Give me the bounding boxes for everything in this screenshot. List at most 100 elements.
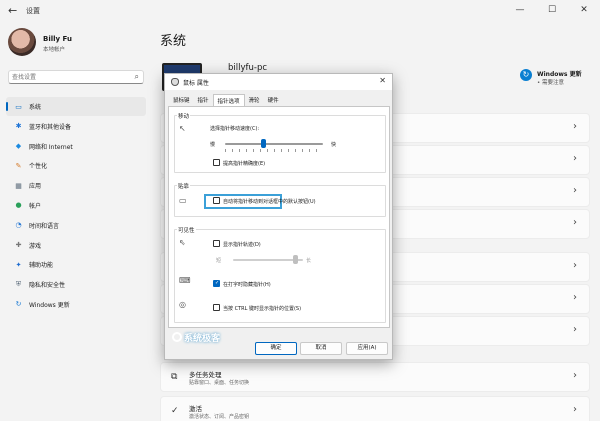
motion-group: 移动 ↖ 选择指针移动速度(C): 慢 快 提高指针精确度(E) [174, 112, 386, 173]
visibility-label: 可见性 [177, 226, 196, 234]
sidebar-item-label: 游戏 [29, 242, 42, 250]
update-title: Windows 更新 [537, 71, 582, 78]
cancel-button[interactable]: 取消 [300, 342, 342, 355]
speed-slider-thumb[interactable] [261, 139, 266, 148]
snap-to-label: 自动将指针移动到对话框中的默认按钮(U) [223, 199, 316, 205]
snap-pointer-icon: ▭ [179, 196, 187, 205]
watermark-logo-icon [172, 332, 182, 342]
sidebar-item[interactable]: ✦ 辅助功能 [6, 255, 146, 274]
sidebar-item[interactable]: ✎ 个性化 [6, 156, 146, 175]
chevron-right-icon: › [573, 370, 577, 381]
pointer-speed-icon: ↖ [179, 124, 186, 133]
title-bar: ← 设置 — ☐ ✕ [0, 0, 600, 22]
mouse-icon [171, 78, 179, 86]
dialog-close-button[interactable]: ✕ [379, 76, 386, 85]
sidebar-item-label: Windows 更新 [29, 301, 70, 309]
sidebar-item-label: 应用 [29, 183, 42, 191]
apply-button[interactable]: 应用(A) [346, 342, 388, 355]
chevron-right-icon: › [573, 185, 577, 196]
row-title: 多任务处理 [189, 371, 222, 379]
pointer-trails-icon: ⇖ [179, 238, 186, 247]
mouse-properties-dialog: 鼠标 属性 ✕ 鼠标键 指针 指针选项 滑轮 硬件 移动 ↖ 选择指针移动速度(C): … [164, 73, 393, 360]
pointer-trails-checkbox[interactable] [213, 240, 220, 247]
dialog-tab[interactable]: 指针 [194, 94, 213, 106]
hide-while-typing-checkbox[interactable] [213, 280, 220, 287]
activation-icon: ✓ [171, 406, 179, 416]
dialog-tab[interactable]: 鼠标键 [169, 94, 194, 106]
maximize-button[interactable]: ☐ [540, 2, 564, 18]
speed-slider-track[interactable] [225, 143, 323, 145]
dialog-tab[interactable]: 滑轮 [245, 94, 264, 106]
enhance-precision-label: 提高指针精确度(E) [223, 161, 266, 167]
minimize-button[interactable]: — [508, 2, 532, 18]
close-button[interactable]: ✕ [572, 2, 596, 18]
watermark-text: 系统极客 [184, 334, 221, 344]
sidebar-item-label: 帐户 [29, 202, 42, 210]
user-profile[interactable]: Billy Fu 本地帐户 [8, 28, 72, 56]
refresh-icon: ↻ [520, 69, 532, 81]
sidebar-item-label: 系统 [29, 104, 42, 111]
speed-slider-ticks [225, 149, 323, 152]
sidebar-item[interactable]: ⛨ 隐私和安全性 [6, 275, 146, 294]
settings-row-activation[interactable]: ✓ 激活 激活状态、订阅、产品密钥 › [160, 396, 590, 421]
settings-row-multitasking[interactable]: ⧉ 多任务处理 贴靠窗口、桌面、任务切换 › [160, 362, 590, 392]
sidebar-item[interactable]: ✚ 游戏 [6, 236, 146, 255]
sidebar-item-icon: ✦ [15, 260, 22, 269]
sidebar-item-icon: ✱ [15, 122, 22, 131]
search-icon[interactable]: ⌕ [135, 72, 139, 82]
sidebar-item[interactable]: ✱ 蓝牙和其他设备 [6, 117, 146, 136]
multitask-icon: ⧉ [171, 372, 178, 382]
update-subtitle: • 需要注意 [537, 80, 564, 86]
sidebar-item-label: 蓝牙和其他设备 [29, 123, 72, 131]
sidebar-item-label: 网络和 Internet [29, 143, 73, 151]
fast-label: 快 [331, 142, 337, 148]
snap-to-checkbox[interactable] [213, 197, 220, 204]
sidebar-item[interactable]: ▭ 系统 [6, 97, 146, 116]
chevron-right-icon: › [573, 217, 577, 228]
dialog-tabs: 鼠标键 指针 指针选项 滑轮 硬件 [169, 94, 283, 106]
search-input[interactable] [12, 72, 122, 82]
visibility-group: 可见性 ⇖ 显示指针轨迹(D) 短 长 ⌨ 在打字时隐藏指针(H) ◎ 当按 C… [174, 226, 386, 323]
sidebar-item-icon: ⛨ [15, 280, 22, 289]
enhance-precision-checkbox[interactable] [213, 159, 220, 166]
dialog-tab[interactable]: 指针选项 [212, 94, 245, 106]
page-title: 系统 [160, 34, 187, 49]
back-arrow-icon[interactable]: ← [8, 4, 17, 17]
snap-label: 贴靠 [177, 182, 191, 190]
sidebar-item-icon: ✚ [15, 241, 22, 250]
sidebar-item-icon: ◆ [15, 142, 22, 151]
pointer-options-panel: 移动 ↖ 选择指针移动速度(C): 慢 快 提高指针精确度(E) 贴靠 ▭ 自动… [168, 106, 390, 328]
device-name[interactable]: billyfu-pc [228, 63, 267, 73]
avatar [8, 28, 36, 56]
chevron-right-icon: › [573, 292, 577, 303]
sidebar-item[interactable]: ◆ 网络和 Internet [6, 137, 146, 156]
row-title: 激活 [189, 405, 202, 413]
chevron-right-icon: › [573, 260, 577, 271]
window-title: 设置 [26, 7, 40, 15]
show-location-checkbox[interactable] [213, 304, 220, 311]
hide-pointer-icon: ⌨ [179, 276, 191, 285]
sidebar-item[interactable]: ↻ Windows 更新 [6, 295, 146, 314]
sidebar-item-label: 时间和语言 [29, 222, 60, 230]
chevron-right-icon: › [573, 324, 577, 335]
sidebar-item[interactable]: ◔ 时间和语言 [6, 216, 146, 235]
sidebar-item-icon: ↻ [15, 300, 22, 309]
sidebar-item-icon: ▭ [15, 102, 22, 111]
trails-slider-thumb[interactable] [293, 255, 298, 264]
ok-button[interactable]: 确定 [255, 342, 297, 355]
dialog-title-bar: 鼠标 属性 ✕ [165, 74, 392, 90]
show-location-label: 当按 CTRL 键时显示指针的位置(S) [223, 306, 302, 312]
row-subtitle: 贴靠窗口、桌面、任务切换 [189, 380, 250, 386]
user-name: Billy Fu [43, 35, 72, 43]
dialog-tab[interactable]: 硬件 [264, 94, 283, 106]
sidebar-item-icon: ◔ [15, 221, 22, 230]
long-label: 长 [306, 258, 312, 264]
sidebar-nav: ▭ 系统 ✱ 蓝牙和其他设备 ◆ 网络和 Internet ✎ 个性化 ▦ 应用 ● 帐户 ◔ 时间和语言… [6, 97, 146, 315]
sidebar-item[interactable]: ▦ 应用 [6, 176, 146, 195]
account-type: 本地帐户 [43, 47, 66, 53]
settings-search[interactable]: ⌕ [8, 70, 144, 84]
pointer-trails-label: 显示指针轨迹(D) [223, 242, 261, 248]
row-subtitle: 激活状态、订阅、产品密钥 [189, 414, 250, 420]
sidebar-item[interactable]: ● 帐户 [6, 196, 146, 215]
sidebar-item-icon: ● [15, 201, 22, 210]
